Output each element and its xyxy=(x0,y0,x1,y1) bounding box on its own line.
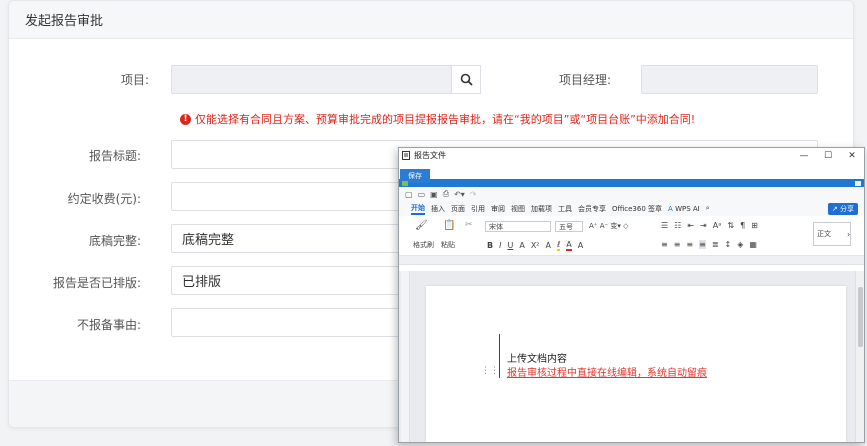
draft-complete-label: 底稿完整: xyxy=(88,234,141,248)
wps-logo-icon xyxy=(402,180,408,186)
share-button[interactable]: ↗ 分享 xyxy=(827,202,858,215)
screen: 发起报告审批 项目: 项目经理: ! 仅能选择有合同且方案、预算审批完成的项目提… xyxy=(0,0,867,446)
wps-editor-window: 报告文件 — ☐ ✕ 保存 ▢ ▭ ▣ ⎙ ↶▾ ↷ 开始 插入 页面 引用 审… xyxy=(398,147,865,443)
no-filing-reason-label: 不报备事由: xyxy=(76,318,141,332)
tab-member[interactable]: 会员专享 xyxy=(578,204,606,214)
format-painter-label: 格式刷 xyxy=(413,241,434,249)
text-cursor xyxy=(499,334,500,378)
vertical-scrollbar[interactable] xyxy=(855,271,864,442)
tab-view[interactable]: 视图 xyxy=(511,204,525,214)
wps-title-bar: 报告文件 — ☐ ✕ xyxy=(399,148,864,163)
warning-text: 仅能选择有合同且方案、预算审批完成的项目提报报告审批，请在“我的项目”或“项目台… xyxy=(195,113,696,126)
tab-wps-ai-label: WPS AI xyxy=(675,204,700,213)
chevron-right-icon[interactable]: › xyxy=(847,230,850,239)
tab-tools[interactable]: 工具 xyxy=(558,204,572,214)
tab-page[interactable]: 页面 xyxy=(451,204,465,214)
new-doc-icon[interactable]: ▢ xyxy=(405,190,413,199)
font-size-select[interactable]: 五号 xyxy=(555,221,583,232)
wps-app-bar xyxy=(399,179,864,187)
strikethrough-icon[interactable]: A xyxy=(519,241,524,250)
undo-icon[interactable]: ↶▾ xyxy=(454,190,465,199)
wps-ai-icon: A xyxy=(668,204,673,213)
numbering-icon[interactable]: ☷ xyxy=(674,221,681,230)
sort-icon[interactable]: ⇅ xyxy=(727,221,734,230)
ribbon-home-panel: 🖌 📋 ✂ 格式刷 粘贴 宋体 五号 A⁺ A⁻ 变▾ ◇ B I U A X² Aℓ A A… xyxy=(399,216,864,256)
format-painter-icon[interactable]: 🖌 xyxy=(415,220,428,231)
shading-icon[interactable]: ◈ xyxy=(737,240,743,249)
paragraph-group-bottom: ≡ ≡ ≡ ≡ ≣ ↕ ◈ ▦ xyxy=(661,240,757,249)
agreed-fee-label: 约定收费(元): xyxy=(67,192,141,206)
change-case-icon[interactable]: Aᵃ xyxy=(713,221,722,230)
align-left-icon[interactable]: ≡ xyxy=(661,240,668,249)
line-spacing-icon[interactable]: ↕ xyxy=(725,240,732,249)
card-title: 发起报告审批 xyxy=(9,1,853,39)
horizontal-ruler[interactable] xyxy=(399,256,864,265)
align-right-icon[interactable]: ≡ xyxy=(686,240,693,249)
text-format-group: B I U A X² Aℓ A A xyxy=(487,240,583,251)
quick-access-toolbar: ▢ ▭ ▣ ⎙ ↶▾ ↷ xyxy=(399,187,864,201)
redo-icon[interactable]: ↷ xyxy=(470,190,477,199)
distribute-icon[interactable]: ≣ xyxy=(712,240,719,249)
project-field[interactable] xyxy=(171,65,452,94)
font-grow-icon[interactable]: A⁺ A⁻ 变▾ ◇ xyxy=(589,221,629,231)
document-line-1[interactable]: 上传文档内容 xyxy=(507,350,567,365)
close-icon[interactable]: ✕ xyxy=(840,151,864,161)
italic-icon[interactable]: I xyxy=(499,241,501,250)
project-warning: ! 仅能选择有合同且方案、预算审批完成的项目提报报告审批，请在“我的项目”或“项… xyxy=(180,111,695,127)
underline-icon[interactable]: U xyxy=(507,241,513,250)
search-icon[interactable]: ⌕ xyxy=(706,204,710,213)
char-shading-icon[interactable]: A xyxy=(578,241,583,250)
vertical-ruler[interactable] xyxy=(401,271,410,442)
print-icon[interactable]: ⎙ xyxy=(443,189,449,199)
tab-references[interactable]: 引用 xyxy=(471,204,485,214)
paste-label: 粘贴 xyxy=(441,241,455,249)
tab-insert[interactable]: 插入 xyxy=(431,204,445,214)
paragraph-group-top: ☰ ☷ ⇤ ⇥ Aᵃ ⇅ ¶ ⊞ xyxy=(661,221,758,230)
warning-icon: ! xyxy=(180,113,191,125)
project-manager-field[interactable] xyxy=(641,65,818,94)
document-area: ⋮⋮ 上传文档内容 报告审核过程中直接在线编辑，系统自动留痕 xyxy=(399,271,864,442)
share-label: 分享 xyxy=(840,204,854,213)
borders-icon[interactable]: ⊞ xyxy=(751,221,758,230)
outdent-icon[interactable]: ⇤ xyxy=(687,221,694,230)
minimize-icon[interactable]: — xyxy=(792,151,816,161)
font-family-select[interactable]: 宋体 xyxy=(485,221,551,232)
project-label: 项目: xyxy=(120,73,149,87)
typeset-label: 报告是否已排版: xyxy=(52,276,141,290)
ribbon-tabs: 开始 插入 页面 引用 审阅 视图 加载项 工具 会员专享 Office360 … xyxy=(399,201,864,216)
document-page[interactable]: ⋮⋮ 上传文档内容 报告审核过程中直接在线编辑，系统自动留痕 xyxy=(426,286,846,442)
drag-handle-icon[interactable]: ⋮⋮ xyxy=(481,366,499,376)
align-center-icon[interactable]: ≡ xyxy=(674,240,681,249)
tab-home[interactable]: 开始 xyxy=(411,203,425,215)
cut-icon[interactable]: ✂ xyxy=(465,220,473,230)
border-icon[interactable]: ▦ xyxy=(749,240,757,249)
scrollbar-thumb[interactable] xyxy=(858,287,863,347)
tab-wps-ai[interactable]: A WPS AI xyxy=(668,205,700,213)
tab-office360-sign[interactable]: Office360 签章 xyxy=(612,204,662,214)
indent-icon[interactable]: ⇥ xyxy=(700,221,707,230)
project-manager-label: 项目经理: xyxy=(558,73,611,87)
wps-window-title: 报告文件 xyxy=(414,151,446,160)
font-color-icon[interactable]: A xyxy=(566,240,572,251)
restore-icon[interactable] xyxy=(855,180,861,186)
document-icon xyxy=(402,151,410,160)
tab-addins[interactable]: 加载项 xyxy=(531,204,552,214)
open-icon[interactable]: ▭ xyxy=(418,190,426,199)
document-line-2-tracked[interactable]: 报告审核过程中直接在线编辑，系统自动留痕 xyxy=(507,364,707,379)
bullets-icon[interactable]: ☰ xyxy=(661,221,668,230)
maximize-icon[interactable]: ☐ xyxy=(816,151,840,161)
style-gallery[interactable]: 正文 xyxy=(813,222,851,246)
paste-icon[interactable]: 📋 xyxy=(443,220,455,231)
highlight-icon[interactable]: ℓ xyxy=(556,240,561,251)
effects-icon[interactable]: A xyxy=(546,241,551,250)
save-icon[interactable]: ▣ xyxy=(430,190,438,199)
bold-icon[interactable]: B xyxy=(487,241,493,250)
justify-icon[interactable]: ≡ xyxy=(699,240,706,249)
report-title-label: 报告标题: xyxy=(88,149,141,163)
tab-review[interactable]: 审阅 xyxy=(491,204,505,214)
superscript-icon[interactable]: X² xyxy=(531,241,540,250)
show-marks-icon[interactable]: ¶ xyxy=(740,221,745,230)
